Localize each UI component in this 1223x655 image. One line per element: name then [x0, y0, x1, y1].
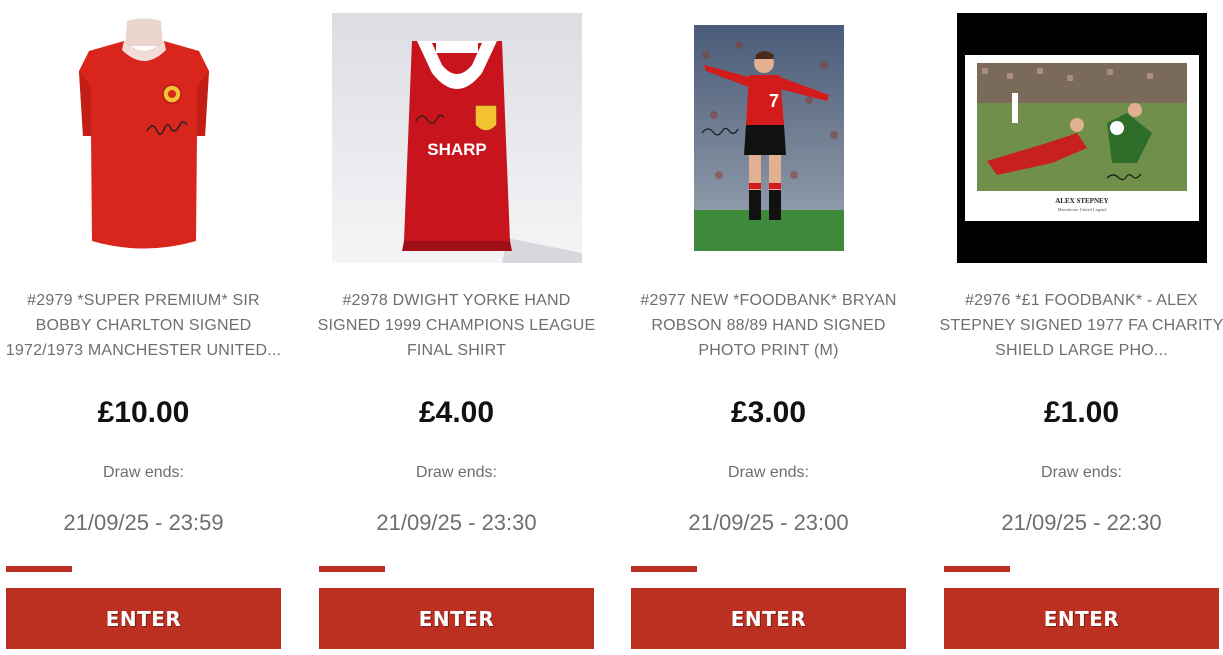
shirt-sponsor-text: SHARP [427, 140, 487, 159]
competition-card[interactable]: ALEX STEPNEY Manchester United Legend #2… [939, 0, 1223, 655]
progress-fill [6, 566, 72, 572]
product-image[interactable]: 7 [631, 8, 906, 268]
tickets-sold-progress [631, 566, 906, 572]
draw-end-date: 21/09/25 - 23:00 [688, 510, 849, 535]
product-image[interactable]: ALEX STEPNEY Manchester United Legend [944, 8, 1219, 268]
tickets-sold-progress [319, 566, 594, 572]
draw-ends-label: Draw ends: [103, 464, 184, 481]
product-image[interactable] [6, 8, 281, 268]
ticket-price: £1.00 [1043, 396, 1120, 429]
ticket-price: £10.00 [97, 396, 190, 429]
progress-fill [631, 566, 697, 572]
enter-button[interactable]: ENTER [944, 588, 1219, 649]
enter-button[interactable]: ENTER [319, 588, 594, 649]
progress-fill [944, 566, 1010, 572]
competition-card[interactable]: SHARP #2978 DWIGHT YORKE HAND SIGNED 199… [318, 0, 595, 655]
competition-title[interactable]: #2976 *£1 FOODBANK* - ALEX STEPNEY SIGNE… [938, 288, 1223, 363]
tickets-sold-progress [944, 566, 1219, 572]
tickets-sold-progress [6, 566, 281, 572]
draw-end-date: 21/09/25 - 23:30 [376, 510, 537, 535]
product-image[interactable]: SHARP [319, 8, 594, 268]
draw-ends-label: Draw ends: [416, 464, 497, 481]
progress-fill [319, 566, 385, 572]
competition-card[interactable]: #2979 *SUPER PREMIUM* SIR BOBBY CHARLTON… [6, 0, 281, 655]
competition-title[interactable]: #2978 DWIGHT YORKE HAND SIGNED 1999 CHAM… [313, 288, 600, 363]
shirt-number: 7 [768, 91, 778, 111]
ticket-price: £3.00 [730, 396, 807, 429]
enter-button[interactable]: ENTER [631, 588, 906, 649]
enter-button[interactable]: ENTER [6, 588, 281, 649]
competition-title[interactable]: #2979 *SUPER PREMIUM* SIR BOBBY CHARLTON… [0, 288, 287, 363]
print-subcaption: Manchester United Legend [1057, 207, 1107, 212]
competition-title[interactable]: #2977 NEW *FOODBANK* BRYAN ROBSON 88/89 … [625, 288, 912, 363]
draw-ends-label: Draw ends: [728, 464, 809, 481]
competition-grid: #2979 *SUPER PREMIUM* SIR BOBBY CHARLTON… [0, 0, 1223, 655]
print-caption: ALEX STEPNEY [1055, 197, 1108, 205]
draw-end-date: 21/09/25 - 23:59 [63, 510, 224, 535]
draw-ends-label: Draw ends: [1041, 464, 1122, 481]
ticket-price: £4.00 [418, 396, 495, 429]
competition-card[interactable]: 7 #2977 NEW *FOODBANK* BRYAN ROBSON 88/8… [631, 0, 906, 655]
draw-end-date: 21/09/25 - 22:30 [1001, 510, 1162, 535]
